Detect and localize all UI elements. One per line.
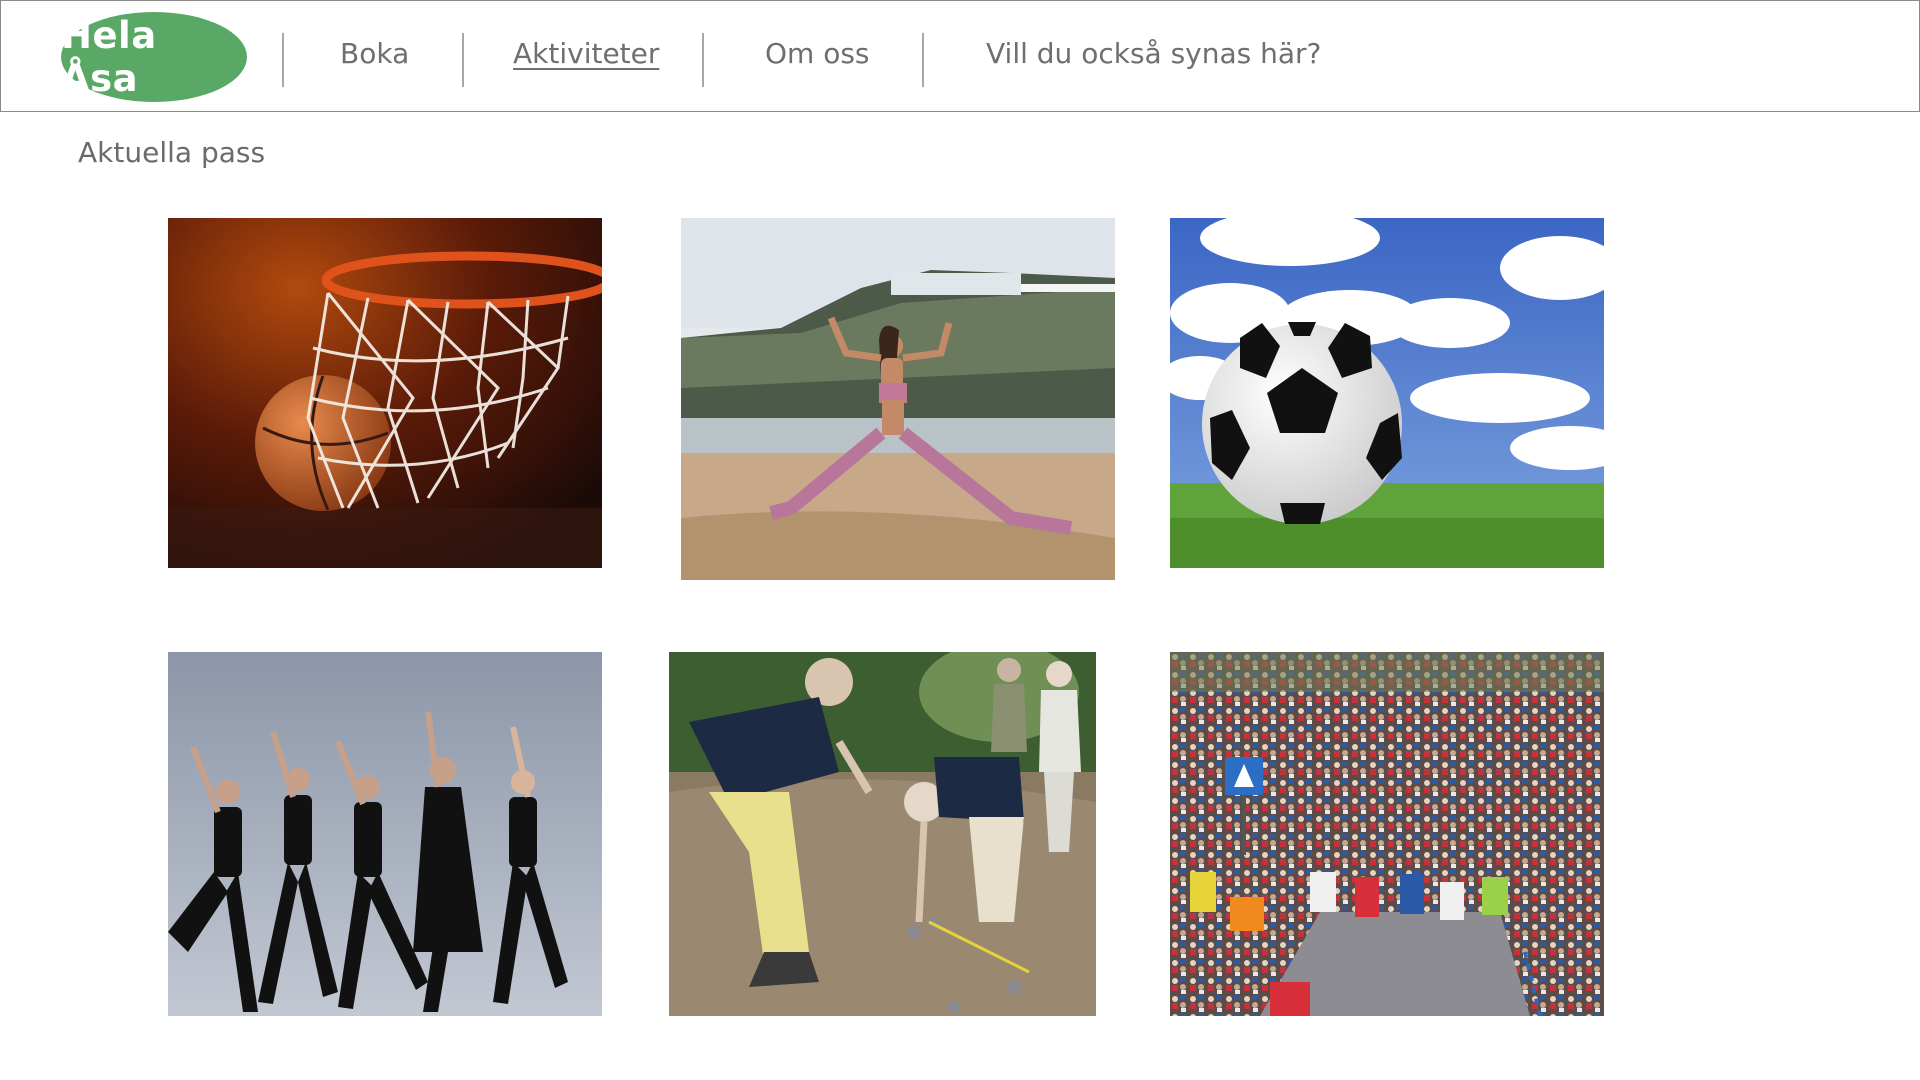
- dance-group-image: [168, 652, 602, 1016]
- activity-card-yoga[interactable]: [681, 218, 1115, 580]
- nav-link-synas[interactable]: Vill du också synas här?: [986, 37, 1321, 70]
- boules-players-image: [669, 652, 1096, 1016]
- activity-card-soccer[interactable]: [1170, 218, 1604, 568]
- header-nav-bar: Hela Åsa Boka Aktiviteter Om oss Vill du…: [0, 0, 1920, 112]
- activity-card-marathon[interactable]: [1170, 652, 1604, 1016]
- section-title: Aktuella pass: [78, 136, 266, 169]
- activity-card-boules[interactable]: [669, 652, 1096, 1016]
- nav-link-aktiviteter[interactable]: Aktiviteter: [513, 37, 659, 70]
- soccer-ball-image: [1170, 218, 1604, 568]
- beach-yoga-image: [681, 218, 1115, 580]
- basketball-hoop-image: [168, 218, 602, 568]
- activity-card-basketball[interactable]: [168, 218, 602, 568]
- nav-divider: [282, 33, 284, 87]
- nav-link-boka[interactable]: Boka: [340, 37, 409, 70]
- marathon-runners-image: [1170, 652, 1604, 1016]
- activity-card-dance[interactable]: [168, 652, 602, 1016]
- nav-divider: [462, 33, 464, 87]
- nav-link-om-oss[interactable]: Om oss: [765, 37, 870, 70]
- nav-divider: [922, 33, 924, 87]
- site-logo[interactable]: Hela Åsa: [61, 12, 247, 102]
- nav-divider: [702, 33, 704, 87]
